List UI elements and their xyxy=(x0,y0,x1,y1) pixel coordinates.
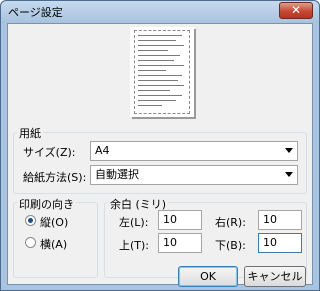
window-title: ページ設定 xyxy=(8,6,63,19)
landscape-radio[interactable] xyxy=(25,237,36,248)
paper-source-label: 給紙方法(S): xyxy=(23,171,87,184)
margin-bottom-value: 10 xyxy=(263,236,277,249)
dialog-body: 用紙 サイズ(Z): A4 給紙方法(S): 自動選択 印刷の向き 縦(O) 横… xyxy=(7,23,313,287)
margin-left-input[interactable]: 10 xyxy=(158,210,202,230)
portrait-label[interactable]: 縦(O) xyxy=(40,214,68,230)
ok-button[interactable]: OK xyxy=(178,266,238,287)
margin-top-value: 10 xyxy=(163,236,177,249)
close-button[interactable]: ✕ xyxy=(279,2,313,19)
preview-margin-outline xyxy=(134,30,190,114)
margin-right-label: 右(R): xyxy=(215,216,246,229)
margin-top-input[interactable]: 10 xyxy=(158,233,202,253)
paper-source-value: 自動選択 xyxy=(95,168,139,181)
paper-size-label: サイズ(Z): xyxy=(23,146,76,159)
page-setup-dialog: ページ設定 ✕ 用紙 サイズ(Z): A4 給紙方法(S): 自動選択 印刷の向… xyxy=(0,0,320,291)
margin-bottom-input[interactable]: 10 xyxy=(258,233,302,253)
landscape-label[interactable]: 横(A) xyxy=(40,236,67,252)
paper-source-select[interactable]: 自動選択 xyxy=(90,165,298,185)
paper-group-label: 用紙 xyxy=(17,125,43,141)
margin-right-input[interactable]: 10 xyxy=(258,210,302,230)
margin-top-label: 上(T): xyxy=(119,239,150,252)
chevron-down-icon xyxy=(285,148,293,153)
orientation-group-label: 印刷の向き xyxy=(17,196,76,212)
paper-size-select[interactable]: A4 xyxy=(90,141,298,161)
margin-left-label: 左(L): xyxy=(119,216,149,229)
portrait-radio[interactable] xyxy=(25,215,36,226)
paper-size-value: A4 xyxy=(95,144,110,157)
cancel-button[interactable]: キャンセル xyxy=(244,266,306,287)
page-preview xyxy=(130,27,194,117)
margin-bottom-label: 下(B): xyxy=(215,239,246,252)
title-bar[interactable]: ページ設定 ✕ xyxy=(1,1,319,23)
margin-right-value: 10 xyxy=(263,213,277,226)
chevron-down-icon xyxy=(285,172,293,177)
margin-left-value: 10 xyxy=(163,213,177,226)
